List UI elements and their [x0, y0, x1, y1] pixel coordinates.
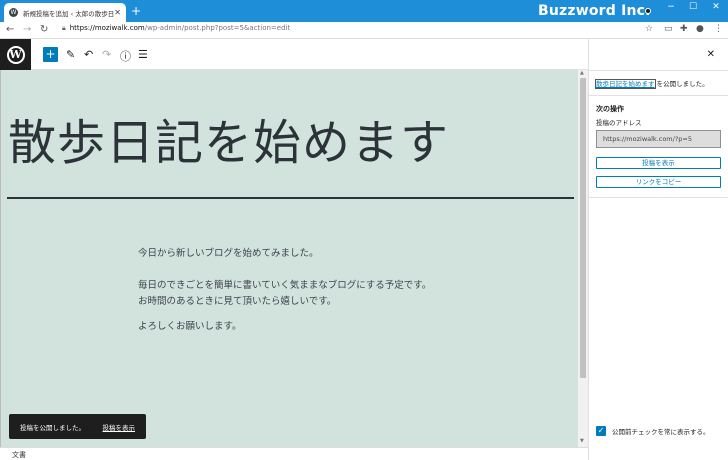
brand-watermark: Buzzword Inc. — [538, 3, 651, 19]
paragraph-block[interactable]: 毎日のできごとを簡単に書いていく気ままなブログにする予定です。お時間のあるときに… — [138, 278, 438, 310]
back-arrow-icon[interactable]: ← — [6, 24, 14, 35]
url-path: /wp-admin/post.php?post=5&action=edit — [144, 24, 291, 32]
copy-link-button[interactable]: リンクをコピー — [596, 176, 721, 188]
panel-divider — [589, 197, 728, 198]
browser-titlebar: W 新規投稿を追加 ‹ 太郎の散歩日記 ✕ + Buzzword Inc. − … — [0, 0, 728, 22]
snackbar-view-post-link[interactable]: 投稿を表示 — [103, 422, 136, 432]
reload-icon[interactable]: ↻ — [40, 24, 48, 35]
minimize-button[interactable]: − — [664, 2, 678, 12]
post-address-field[interactable]: https://moziwalk.com/?p=5 — [596, 130, 721, 148]
post-address-label: 投稿のアドレス — [596, 119, 642, 127]
url-host: https://moziwalk.com — [69, 24, 145, 32]
publish-notice-text: を公開しました。 — [654, 80, 709, 88]
post-title[interactable]: 散歩日記を始めます — [8, 103, 449, 173]
list-view-icon[interactable]: ☰ — [138, 48, 148, 61]
bookmark-star-icon[interactable]: ☆ — [645, 24, 653, 34]
paragraph-block[interactable]: 今日から新しいブログを始めてみました。 — [138, 246, 438, 262]
snackbar-message: 投稿を公開しました。 — [20, 423, 85, 432]
scrollbar-thumb[interactable] — [580, 78, 586, 378]
undo-icon[interactable]: ↶ — [84, 48, 93, 61]
editor-toolbar: W + ✎ ↶ ↷ ⓘ ☰ — [0, 39, 588, 70]
cast-icon[interactable]: ▭ — [664, 24, 673, 34]
extensions-icon[interactable]: ✚ — [680, 24, 688, 34]
tab-close-icon[interactable]: ✕ — [114, 8, 121, 17]
panel-divider — [589, 95, 728, 96]
wordpress-logo-button[interactable]: W — [0, 39, 31, 70]
editor-scrollbar[interactable]: ▲ ▼ — [578, 70, 588, 447]
post-publish-panel: ✕ 散歩日記を始めます を公開しました。 次の操作 投稿のアドレス https:… — [588, 39, 728, 460]
details-info-icon[interactable]: ⓘ — [120, 48, 131, 64]
browser-menu-icon[interactable]: ⋮ — [714, 24, 723, 34]
breadcrumb-document[interactable]: 文書 — [12, 451, 26, 459]
scroll-up-arrow-icon[interactable]: ▲ — [580, 70, 584, 76]
block-breadcrumb: 文書 — [0, 447, 588, 460]
published-post-link[interactable]: 散歩日記を始めます — [595, 79, 656, 89]
precheck-label: 公開前チェックを常に表示する。 — [612, 428, 710, 436]
publish-notice: 散歩日記を始めます を公開しました。 — [595, 78, 709, 89]
checkbox-checked-icon[interactable]: ✓ — [596, 426, 606, 436]
paragraph-block[interactable]: よろしくお願いします。 — [138, 319, 438, 335]
view-post-button[interactable]: 投稿を表示 — [596, 157, 721, 169]
editor-canvas: 散歩日記を始めます 今日から新しいブログを始めてみました。 毎日のできごとを簡単… — [0, 70, 578, 447]
address-bar[interactable]: 🔒︎ https://moziwalk.com/wp-admin/post.php… — [62, 24, 290, 33]
profile-indicator-icon — [645, 8, 651, 14]
account-icon[interactable]: ● — [696, 24, 704, 34]
precheck-toggle[interactable]: ✓ 公開前チェックを常に表示する。 — [596, 426, 710, 436]
post-content: 今日から新しいブログを始めてみました。 毎日のできごとを簡単に書いていく気ままな… — [138, 246, 438, 351]
edit-pencil-icon[interactable]: ✎ — [66, 48, 75, 61]
browser-toolbar: ← → ↻ 🔒︎ https://moziwalk.com/wp-admin/po… — [0, 22, 728, 39]
tab-title: 新規投稿を追加 ‹ 太郎の散歩日記 — [23, 9, 115, 18]
redo-icon[interactable]: ↷ — [102, 48, 111, 61]
scroll-down-arrow-icon[interactable]: ▼ — [580, 438, 584, 444]
wordpress-favicon-icon: W — [9, 8, 18, 17]
window-close-button[interactable]: ✕ — [709, 2, 723, 12]
maximize-button[interactable]: ☐ — [686, 2, 700, 12]
panel-divider — [589, 70, 728, 71]
next-steps-heading: 次の操作 — [596, 105, 624, 113]
forward-arrow-icon[interactable]: → — [23, 24, 31, 35]
browser-tab[interactable]: W 新規投稿を追加 ‹ 太郎の散歩日記 ✕ — [4, 3, 126, 22]
separator-block[interactable] — [7, 197, 574, 199]
snackbar-notice: 投稿を公開しました。 投稿を表示 — [9, 414, 146, 439]
add-block-button[interactable]: + — [43, 47, 58, 62]
panel-close-icon[interactable]: ✕ — [707, 49, 715, 60]
new-tab-button[interactable]: + — [131, 5, 141, 17]
wordpress-logo-icon: W — [6, 45, 25, 64]
lock-icon: 🔒︎ — [62, 24, 66, 32]
